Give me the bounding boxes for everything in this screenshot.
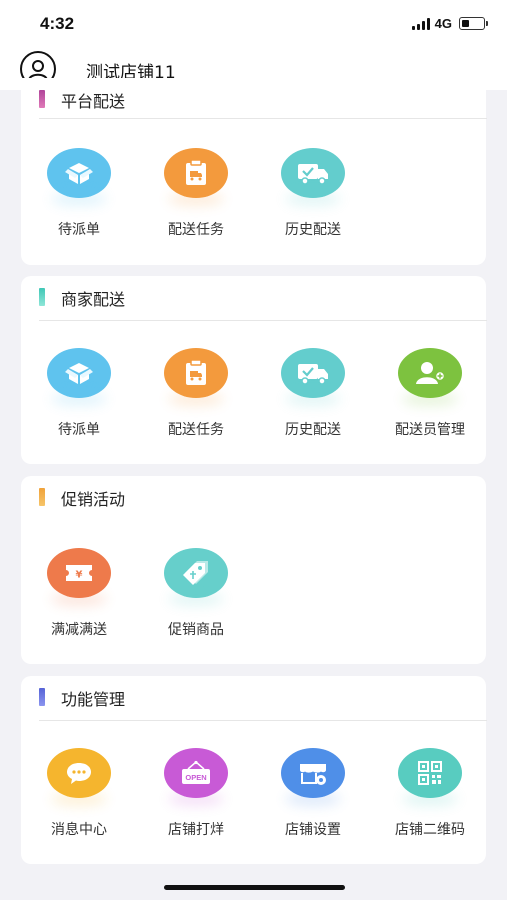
section-header: 促销活动 [21,476,486,520]
status-time: 4:32 [40,14,75,33]
home-indicator[interactable] [164,885,345,890]
battery-icon [459,17,488,30]
merchant-delivery-history[interactable]: 历史配送 [263,348,363,439]
platform-delivery-tasks[interactable]: 配送任务 [146,148,246,239]
shop-qr-code[interactable]: 店铺二维码 [380,748,480,839]
item-label: 满减满送 [51,622,107,638]
item-label: 配送员管理 [395,422,465,438]
item-label: 历史配送 [285,222,341,238]
promotion-products[interactable]: 促销商品 [146,548,246,639]
item-label: 店铺设置 [285,822,341,838]
qr-code-icon [398,748,462,798]
coupon-icon: ¥ [47,548,111,598]
app-screen: 4:32 4G 测试店铺11 平台配送 待派单 配送任务 历史配送 商家配送 待… [0,0,507,900]
section-title: 平台配送 [61,92,126,111]
item-label: 促销商品 [168,622,224,638]
tag-icon [164,548,228,598]
section-title: 功能管理 [61,690,126,709]
truck-check-icon [281,148,345,198]
section-title: 促销活动 [61,490,126,509]
divider [39,320,487,321]
open-sign-text: OPEN [185,773,206,782]
platform-delivery-history[interactable]: 历史配送 [263,148,363,239]
promotion-card: 促销活动 ¥ 满减满送 促销商品 [21,476,486,664]
clipboard-truck-icon [164,348,228,398]
merchant-delivery-tasks[interactable]: 配送任务 [146,348,246,439]
section-header: 平台配送 [21,78,486,122]
status-indicators: 4G [411,16,488,31]
section-header: 商家配送 [21,276,486,320]
merchant-pending-dispatch[interactable]: 待派单 [29,348,129,439]
network-type: 4G [434,16,452,31]
section-accent-bar [39,688,45,706]
item-label: 消息中心 [51,822,107,838]
message-icon [47,748,111,798]
clipboard-truck-icon [164,148,228,198]
courier-management[interactable]: 配送员管理 [380,348,480,439]
item-label: 待派单 [58,422,100,438]
section-header: 功能管理 [21,676,486,720]
item-label: 历史配送 [285,422,341,438]
status-bar: 4:32 4G [0,0,507,48]
platform-delivery-card: 平台配送 待派单 配送任务 历史配送 [21,78,487,265]
item-label: 配送任务 [168,422,224,438]
shop-settings-icon [281,748,345,798]
box-icon [47,348,111,398]
item-label: 配送任务 [168,222,224,238]
divider [39,720,487,721]
section-accent-bar [39,488,45,506]
signal-icon [411,17,430,30]
truck-check-icon [281,348,345,398]
section-accent-bar [39,288,45,306]
discount-promotion[interactable]: ¥ 满减满送 [29,548,129,639]
item-label: 店铺二维码 [395,822,465,838]
shop-settings[interactable]: 店铺设置 [263,748,363,839]
merchant-delivery-card: 商家配送 待派单 配送任务 历史配送 配送员管理 [21,276,487,464]
divider [39,118,487,119]
section-accent-bar [39,90,45,108]
box-icon [47,148,111,198]
open-sign-icon: OPEN [164,748,228,798]
courier-manage-icon [398,348,462,398]
shop-close[interactable]: OPEN 店铺打烊 [146,748,246,839]
function-management-card: 功能管理 消息中心 OPEN 店铺打烊 店铺设置 店铺二维码 [21,676,487,864]
svg-text:¥: ¥ [76,570,83,581]
message-center[interactable]: 消息中心 [29,748,129,839]
item-label: 店铺打烊 [168,822,224,838]
section-title: 商家配送 [61,290,126,309]
platform-pending-dispatch[interactable]: 待派单 [29,148,129,239]
item-label: 待派单 [58,222,100,238]
